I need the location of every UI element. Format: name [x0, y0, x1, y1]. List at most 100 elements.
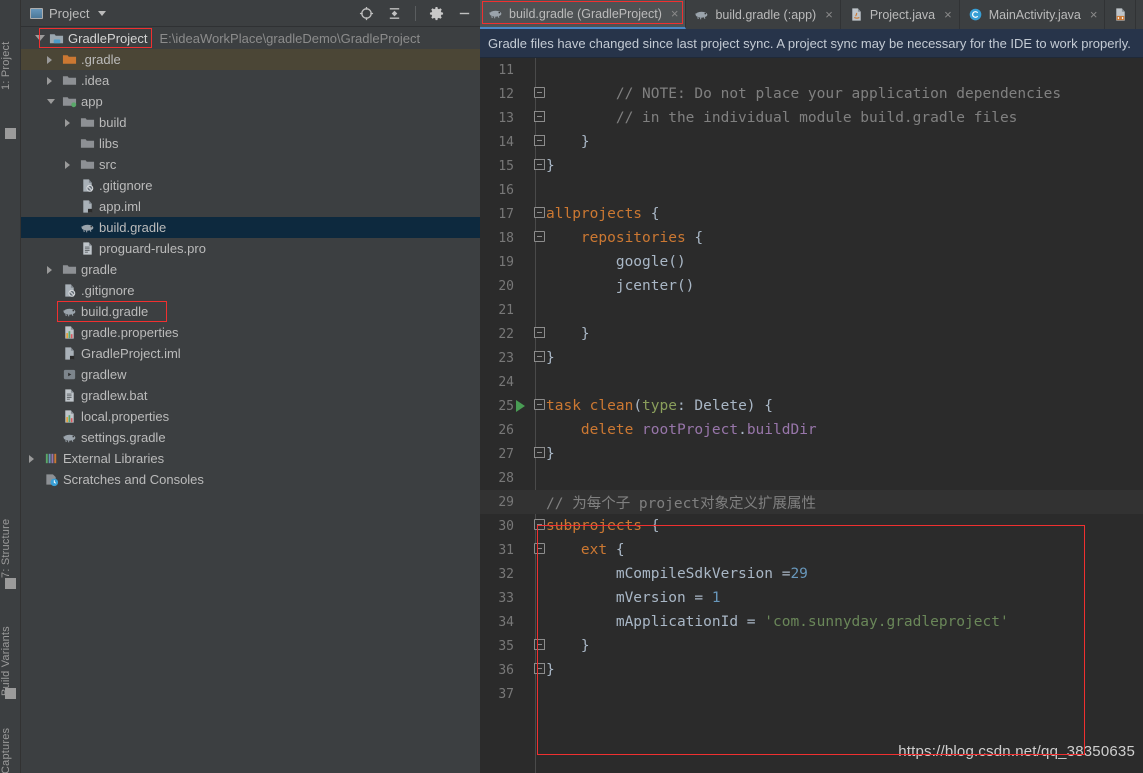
- editor-tab-mainactivity-java[interactable]: MainActivity.java ×: [960, 0, 1106, 29]
- tree-item-scratches-and-consoles[interactable]: Scratches and Consoles: [21, 469, 480, 490]
- tree-item--gradle[interactable]: .gradle: [21, 49, 480, 70]
- locate-target-icon[interactable]: [359, 6, 374, 21]
- code-line-19[interactable]: 19 google(): [480, 250, 1143, 274]
- fold-start-icon[interactable]: [534, 207, 545, 218]
- code-line-30[interactable]: 30 subprojects {: [480, 514, 1143, 538]
- tree-item-proguard-rules-pro[interactable]: proguard-rules.pro: [21, 238, 480, 259]
- editor-tab-xml[interactable]: [1105, 0, 1137, 29]
- code-line-11[interactable]: 11: [480, 58, 1143, 82]
- gutter[interactable]: [514, 562, 546, 586]
- close-icon[interactable]: ×: [1090, 7, 1098, 22]
- tool-button-captures[interactable]: Captures: [0, 712, 21, 773]
- gutter[interactable]: [514, 298, 546, 322]
- tree-item-app[interactable]: app: [21, 91, 480, 112]
- gutter[interactable]: [514, 682, 546, 706]
- gutter[interactable]: [514, 202, 546, 226]
- tree-item-gradle-properties[interactable]: gradle.properties: [21, 322, 480, 343]
- code-line-20[interactable]: 20 jcenter(): [480, 274, 1143, 298]
- gutter[interactable]: [514, 274, 546, 298]
- tool-button-structure[interactable]: 7: Structure: [0, 486, 21, 578]
- collapse-arrow-icon[interactable]: [47, 99, 58, 104]
- code-line-22[interactable]: 22 }: [480, 322, 1143, 346]
- gutter[interactable]: [514, 82, 546, 106]
- code-line-17[interactable]: 17 allprojects {: [480, 202, 1143, 226]
- gutter[interactable]: [514, 442, 546, 466]
- fold-start-icon[interactable]: [534, 519, 545, 530]
- expand-arrow-icon[interactable]: [47, 76, 58, 85]
- minimize-icon[interactable]: [457, 6, 472, 21]
- gutter[interactable]: [514, 490, 546, 514]
- fold-end-icon[interactable]: [534, 327, 545, 338]
- project-root-row[interactable]: GradleProject E:\ideaWorkPlace\gradleDem…: [21, 27, 480, 49]
- tree-item-external-libraries[interactable]: External Libraries: [21, 448, 480, 469]
- code-line-13[interactable]: 13 // in the individual module build.gra…: [480, 106, 1143, 130]
- gutter[interactable]: [514, 106, 546, 130]
- tree-item--gitignore[interactable]: .gitignore: [21, 175, 480, 196]
- fold-start-icon[interactable]: [534, 231, 545, 242]
- gutter[interactable]: [514, 226, 546, 250]
- gutter[interactable]: [514, 154, 546, 178]
- editor-tab-build-gradle-gradleproject-[interactable]: build.gradle (GradleProject) ×: [480, 0, 687, 29]
- tree-item-build-gradle[interactable]: build.gradle: [21, 301, 480, 322]
- tree-item-gradleproject-iml[interactable]: GradleProject.iml: [21, 343, 480, 364]
- gutter[interactable]: [514, 346, 546, 370]
- fold-end-icon[interactable]: [534, 111, 545, 122]
- fold-start-icon[interactable]: [534, 543, 545, 554]
- close-icon[interactable]: ×: [825, 7, 833, 22]
- code-line-36[interactable]: 36}: [480, 658, 1143, 682]
- code-line-14[interactable]: 14 }: [480, 130, 1143, 154]
- code-line-35[interactable]: 35 }: [480, 634, 1143, 658]
- code-line-24[interactable]: 24: [480, 370, 1143, 394]
- tool-button-build-variants[interactable]: Build Variants: [0, 596, 21, 696]
- gutter[interactable]: [514, 586, 546, 610]
- code-line-32[interactable]: 32 mCompileSdkVersion =29: [480, 562, 1143, 586]
- tree-item-gradlew[interactable]: gradlew: [21, 364, 480, 385]
- code-line-27[interactable]: 27}: [480, 442, 1143, 466]
- code-editor[interactable]: 11 12 // NOTE: Do not place your applicat…: [480, 58, 1143, 773]
- code-line-34[interactable]: 34 mApplicationId = 'com.sunnyday.gradle…: [480, 610, 1143, 634]
- tree-item-build[interactable]: build: [21, 112, 480, 133]
- gutter[interactable]: [514, 130, 546, 154]
- gutter[interactable]: [514, 658, 546, 682]
- code-line-31[interactable]: 31 ext {: [480, 538, 1143, 562]
- gutter[interactable]: [514, 466, 546, 490]
- code-line-18[interactable]: 18 repositories {: [480, 226, 1143, 250]
- tree-item-build-gradle[interactable]: build.gradle: [21, 217, 480, 238]
- tree-item-gradlew-bat[interactable]: gradlew.bat: [21, 385, 480, 406]
- tree-item-app-iml[interactable]: app.iml: [21, 196, 480, 217]
- fold-end-icon[interactable]: [534, 447, 545, 458]
- gear-icon[interactable]: [429, 6, 444, 21]
- code-line-23[interactable]: 23}: [480, 346, 1143, 370]
- editor-tab-build-gradle-app-[interactable]: build.gradle (:app) ×: [686, 0, 841, 29]
- fold-end-icon[interactable]: [534, 159, 545, 170]
- code-line-12[interactable]: 12 // NOTE: Do not place your applicatio…: [480, 82, 1143, 106]
- expand-arrow-icon[interactable]: [47, 265, 58, 274]
- code-line-29[interactable]: 29 // 为每个子 project对象定义扩展属性: [480, 490, 1143, 514]
- expand-arrow-icon[interactable]: [29, 454, 40, 463]
- fold-start-icon[interactable]: [534, 87, 545, 98]
- editor-tab-project-java[interactable]: Project.java ×: [841, 0, 960, 29]
- code-line-25[interactable]: 25 task clean(type: Delete) {: [480, 394, 1143, 418]
- code-line-28[interactable]: 28: [480, 466, 1143, 490]
- code-line-15[interactable]: 15}: [480, 154, 1143, 178]
- editor-tab-bar[interactable]: build.gradle (GradleProject) × build.gradl…: [480, 0, 1143, 29]
- gutter[interactable]: [514, 250, 546, 274]
- project-file-tree[interactable]: .gradle .idea app build libs src .gitignore app…: [21, 49, 480, 490]
- tree-item--gitignore[interactable]: .gitignore: [21, 280, 480, 301]
- tree-item--idea[interactable]: .idea: [21, 70, 480, 91]
- expand-arrow-icon[interactable]: [35, 35, 45, 41]
- fold-end-icon[interactable]: [534, 135, 545, 146]
- collapse-all-icon[interactable]: [387, 6, 402, 21]
- close-icon[interactable]: ×: [671, 6, 679, 21]
- gutter[interactable]: [514, 58, 546, 82]
- gutter[interactable]: [514, 370, 546, 394]
- expand-arrow-icon[interactable]: [65, 118, 76, 127]
- gutter[interactable]: [514, 394, 546, 418]
- code-lines[interactable]: 11 12 // NOTE: Do not place your applicat…: [480, 58, 1143, 706]
- run-task-icon[interactable]: [516, 400, 525, 412]
- gutter[interactable]: [514, 178, 546, 202]
- fold-start-icon[interactable]: [534, 399, 545, 410]
- gutter[interactable]: [514, 538, 546, 562]
- tree-item-src[interactable]: src: [21, 154, 480, 175]
- code-line-37[interactable]: 37: [480, 682, 1143, 706]
